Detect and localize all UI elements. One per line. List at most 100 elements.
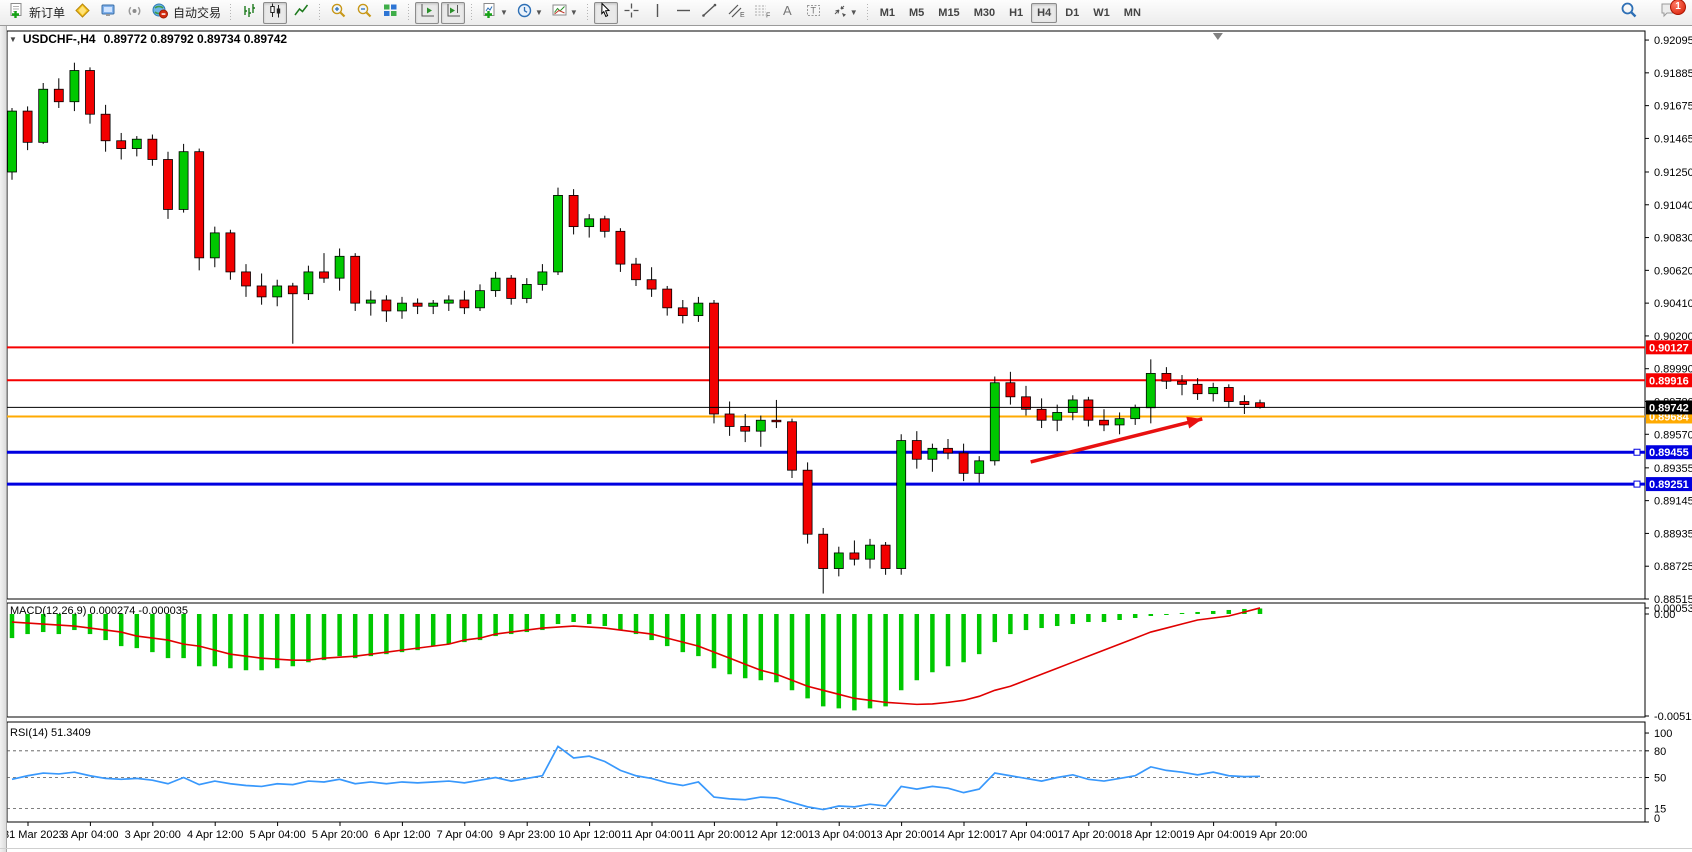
terminal-button[interactable]	[96, 2, 120, 24]
candle	[398, 303, 407, 311]
fibonacci-tool-button[interactable]: F	[750, 2, 774, 24]
svg-text:A: A	[783, 3, 792, 18]
timeframe-d1-button[interactable]: D1	[1059, 3, 1085, 23]
horizontal-line-tool-button[interactable]	[672, 2, 696, 24]
candle	[990, 383, 999, 461]
new-order-button[interactable]: 新订单	[5, 2, 68, 24]
candle	[273, 286, 282, 297]
time-axis-label: 9 Apr 23:00	[499, 829, 555, 841]
candle	[320, 272, 329, 278]
candlestick-type-button[interactable]	[263, 2, 287, 24]
equidistant-channel-icon: E	[727, 2, 745, 24]
time-axis-label: 11 Apr 20:00	[684, 829, 746, 841]
macd-axis-label: -0.005129	[1654, 711, 1692, 723]
timeframe-m30-button[interactable]: M30	[968, 3, 1001, 23]
candle	[1224, 387, 1233, 401]
rsi-indicator-label: RSI(14) 51.3409	[10, 727, 91, 739]
candle	[694, 303, 703, 315]
timeframe-m5-button[interactable]: M5	[903, 3, 930, 23]
yellow-gem-icon	[74, 2, 91, 24]
toolbar: 新订单 自动交易	[0, 0, 1692, 26]
price-axis-label: 0.90620	[1654, 265, 1692, 277]
candle	[912, 441, 921, 460]
periods-button[interactable]: ▼	[513, 2, 546, 24]
gem-button[interactable]	[70, 2, 94, 24]
candle	[975, 461, 984, 473]
candle	[741, 426, 750, 431]
timeframe-m15-button[interactable]: M15	[932, 3, 965, 23]
candle	[351, 256, 360, 303]
candle	[928, 448, 937, 459]
price-axis-label: 0.91040	[1654, 200, 1692, 212]
timeframe-h1-button[interactable]: H1	[1003, 3, 1029, 23]
candle	[1084, 400, 1093, 420]
zoom-out-icon	[356, 2, 373, 24]
signals-button[interactable]	[122, 2, 146, 24]
time-axis-label: 12 Apr 12:00	[746, 829, 808, 841]
zoom-out-button[interactable]	[352, 2, 376, 24]
price-axis-label: 0.90410	[1654, 298, 1692, 310]
line-handle[interactable]	[1634, 481, 1640, 487]
auto-trading-button[interactable]: 自动交易	[148, 2, 224, 24]
price-axis-label: 0.91465	[1654, 133, 1692, 145]
notifications-button[interactable]: 1	[1656, 2, 1681, 24]
auto-scroll-button[interactable]	[415, 2, 439, 24]
bar-chart-icon	[241, 2, 258, 24]
candle	[647, 280, 656, 289]
zoom-in-button[interactable]	[326, 2, 350, 24]
rsi-pane	[7, 722, 1645, 822]
chart-shift-icon	[445, 2, 462, 24]
rsi-axis-label: 50	[1654, 773, 1666, 785]
indicators-button[interactable]: ▼	[478, 2, 511, 24]
time-axis-label: 4 Apr 12:00	[187, 829, 243, 841]
timeframe-w1-button[interactable]: W1	[1087, 3, 1116, 23]
broadcast-icon	[126, 2, 143, 24]
candle	[585, 219, 594, 227]
candle	[663, 289, 672, 308]
timeframe-m1-button[interactable]: M1	[874, 3, 901, 23]
candle	[678, 308, 687, 316]
chart-ohlc-values: 0.89772 0.89792 0.89734 0.89742	[104, 32, 288, 46]
chevron-down-icon: ▼	[570, 8, 578, 17]
line-chart-type-button[interactable]	[289, 2, 313, 24]
fibonacci-icon: F	[753, 2, 771, 24]
time-axis-label: 19 Apr 20:00	[1245, 829, 1307, 841]
trendline-tool-button[interactable]	[698, 2, 722, 24]
text-label-tool-button[interactable]: T	[802, 2, 826, 24]
window-splitter[interactable]	[0, 26, 7, 852]
notification-badge[interactable]: 1	[1670, 0, 1686, 15]
line-handle[interactable]	[1634, 449, 1640, 455]
candle	[304, 272, 313, 294]
candle	[257, 286, 266, 297]
mt4-window: 新订单 自动交易	[0, 0, 1692, 852]
search-button[interactable]	[1617, 2, 1641, 24]
timeframe-h4-button[interactable]: H4	[1031, 3, 1057, 23]
time-axis-label: 10 Apr 12:00	[558, 829, 620, 841]
auto-scroll-icon	[419, 2, 436, 24]
candle	[444, 300, 453, 303]
tile-windows-button[interactable]	[378, 2, 402, 24]
arrows-tool-button[interactable]: ▼	[828, 2, 861, 24]
channel-tool-button[interactable]: E	[724, 2, 748, 24]
candle	[460, 300, 469, 308]
crosshair-tool-button[interactable]	[620, 2, 644, 24]
timeframe-mn-button[interactable]: MN	[1118, 3, 1147, 23]
candle	[1178, 381, 1187, 384]
chart-title-row: ▼ USDCHF-,H4 0.89772 0.89792 0.89734 0.8…	[9, 32, 287, 46]
time-axis-label: 17 Apr 20:00	[1058, 829, 1120, 841]
templates-button[interactable]: ▼	[548, 2, 581, 24]
candle	[507, 278, 516, 298]
candle	[756, 420, 765, 431]
cursor-tool-button[interactable]	[594, 2, 618, 24]
chart-canvas[interactable]: 0.920950.918850.916750.914650.912500.910…	[0, 26, 1692, 852]
text-tool-button[interactable]: A	[776, 2, 800, 24]
price-axis-label: 0.92095	[1654, 35, 1692, 47]
price-axis-label: 0.88935	[1654, 528, 1692, 540]
price-axis-label: 0.91250	[1654, 167, 1692, 179]
timeframe-group: M1 M5 M15 M30 H1 H4 D1 W1 MN	[873, 0, 1148, 26]
new-order-label: 新订单	[29, 4, 65, 21]
chart-dropdown-icon[interactable]: ▼	[9, 35, 17, 44]
bar-chart-type-button[interactable]	[237, 2, 261, 24]
chart-shift-button[interactable]	[441, 2, 465, 24]
vertical-line-tool-button[interactable]	[646, 2, 670, 24]
